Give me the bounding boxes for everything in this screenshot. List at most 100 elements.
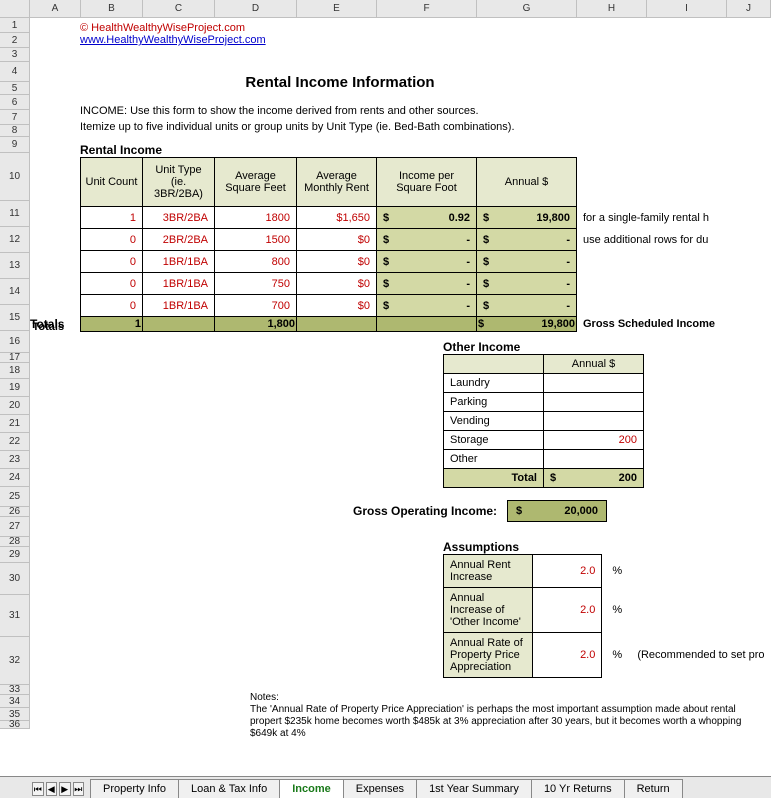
cell-rent[interactable]: $0 [297,229,377,251]
row-16[interactable]: 16 [0,331,30,353]
assump-val[interactable]: 2.0 [532,632,601,677]
rental-income-label: Rental Income [80,143,771,157]
assump-val[interactable]: 2.0 [532,554,601,587]
row-6[interactable]: 6 [0,95,30,110]
tab-prev-icon[interactable]: ◀ [46,782,58,796]
row-28[interactable]: 28 [0,537,30,547]
row-27[interactable]: 27 [0,517,30,537]
row-24[interactable]: 24 [0,469,30,487]
tab-property-info[interactable]: Property Info [90,779,179,798]
other-item-val[interactable] [544,373,644,392]
subtitle-2: Itemize up to five individual units or g… [80,121,771,133]
cell-rent[interactable]: $1,650 [297,207,377,229]
row-note [577,295,716,317]
row-note [577,273,716,295]
row-22[interactable]: 22 [0,433,30,451]
goi-value: $20,000 [507,500,607,522]
row-19[interactable]: 19 [0,379,30,397]
row-23[interactable]: 23 [0,451,30,469]
col-F[interactable]: F [377,0,477,17]
other-income-table: Annual $ LaundryParkingVendingStorage200… [443,354,644,488]
cell-ipsf: 0.92 [449,212,470,224]
col-E[interactable]: E [297,0,377,17]
other-income-label: Other Income [443,340,771,354]
row-9[interactable]: 9 [0,137,30,153]
sheet-body[interactable]: © HealthWealthyWiseProject.com www.Healt… [30,18,771,776]
cell-sqft[interactable]: 700 [215,295,297,317]
col-C[interactable]: C [143,0,215,17]
tab-nav[interactable]: ⏮ ◀ ▶ ⏭ [30,780,90,798]
col-H[interactable]: H [577,0,647,17]
cell-count[interactable]: 0 [81,251,143,273]
cell-rent[interactable]: $0 [297,295,377,317]
row-13[interactable]: 13 [0,253,30,279]
copyright-text: © HealthWealthyWiseProject.com [80,22,771,34]
row-11[interactable]: 11 [0,201,30,227]
row-12[interactable]: 12 [0,227,30,253]
other-item-val[interactable] [544,392,644,411]
row-5[interactable]: 5 [0,82,30,95]
website-link[interactable]: www.HealthyWealthyWiseProject.com [80,34,266,46]
cell-type[interactable]: 1BR/1BA [143,295,215,317]
tab-income[interactable]: Income [279,779,344,798]
cell-sqft[interactable]: 1800 [215,207,297,229]
row-29[interactable]: 29 [0,547,30,563]
row-25[interactable]: 25 [0,487,30,507]
row-4[interactable]: 4 [0,62,30,82]
cell-type[interactable]: 1BR/1BA [143,251,215,273]
tab-loan-tax-info[interactable]: Loan & Tax Info [178,779,280,798]
tab-last-icon[interactable]: ⏭ [73,782,85,796]
cell-sqft[interactable]: 800 [215,251,297,273]
th-annual: Annual $ [477,158,577,207]
row-7[interactable]: 7 [0,110,30,125]
row-36[interactable]: 36 [0,721,30,729]
cell-count[interactable]: 1 [81,207,143,229]
col-B[interactable]: B [81,0,143,17]
row-31[interactable]: 31 [0,595,30,637]
row-2[interactable]: 2 [0,33,30,48]
cell-type[interactable]: 2BR/2BA [143,229,215,251]
row-32[interactable]: 32 [0,637,30,685]
rental-income-table: Unit Count Unit Type (ie. 3BR/2BA) Avera… [80,157,716,339]
row-33[interactable]: 33 [0,685,30,695]
other-item-val[interactable]: 200 [544,430,644,449]
row-14[interactable]: 14 [0,279,30,305]
col-I[interactable]: I [647,0,727,17]
tab-1st-year-summary[interactable]: 1st Year Summary [416,779,532,798]
other-item-val[interactable] [544,411,644,430]
row-20[interactable]: 20 [0,397,30,415]
tab-next-icon[interactable]: ▶ [59,782,71,796]
col-A[interactable]: A [30,0,81,17]
tab-10-yr-returns[interactable]: 10 Yr Returns [531,779,625,798]
assump-name: Annual Increase of 'Other Income' [444,587,533,632]
row-3[interactable]: 3 [0,48,30,62]
col-G[interactable]: G [477,0,577,17]
row-8[interactable]: 8 [0,125,30,137]
cell-type[interactable]: 1BR/1BA [143,273,215,295]
cell-rent[interactable]: $0 [297,251,377,273]
row-10[interactable]: 10 [0,153,30,201]
col-J[interactable]: J [727,0,771,17]
cell-rent[interactable]: $0 [297,273,377,295]
cell-count[interactable]: 0 [81,229,143,251]
cell-sqft[interactable]: 750 [215,273,297,295]
other-item-val[interactable] [544,449,644,468]
row-26[interactable]: 26 [0,507,30,517]
tab-return[interactable]: Return [624,779,683,798]
row-17[interactable]: 17 [0,353,30,363]
tab-first-icon[interactable]: ⏮ [32,782,44,796]
col-D[interactable]: D [215,0,297,17]
row-15[interactable]: 15 [0,305,30,331]
cell-type[interactable]: 3BR/2BA [143,207,215,229]
row-18[interactable]: 18 [0,363,30,379]
tab-expenses[interactable]: Expenses [343,779,417,798]
row-21[interactable]: 21 [0,415,30,433]
cell-sqft[interactable]: 1500 [215,229,297,251]
row-34[interactable]: 34 [0,695,30,708]
row-30[interactable]: 30 [0,563,30,595]
other-total-val: 200 [619,472,637,484]
row-1[interactable]: 1 [0,18,30,33]
assump-val[interactable]: 2.0 [532,587,601,632]
cell-count[interactable]: 0 [81,273,143,295]
cell-count[interactable]: 0 [81,295,143,317]
